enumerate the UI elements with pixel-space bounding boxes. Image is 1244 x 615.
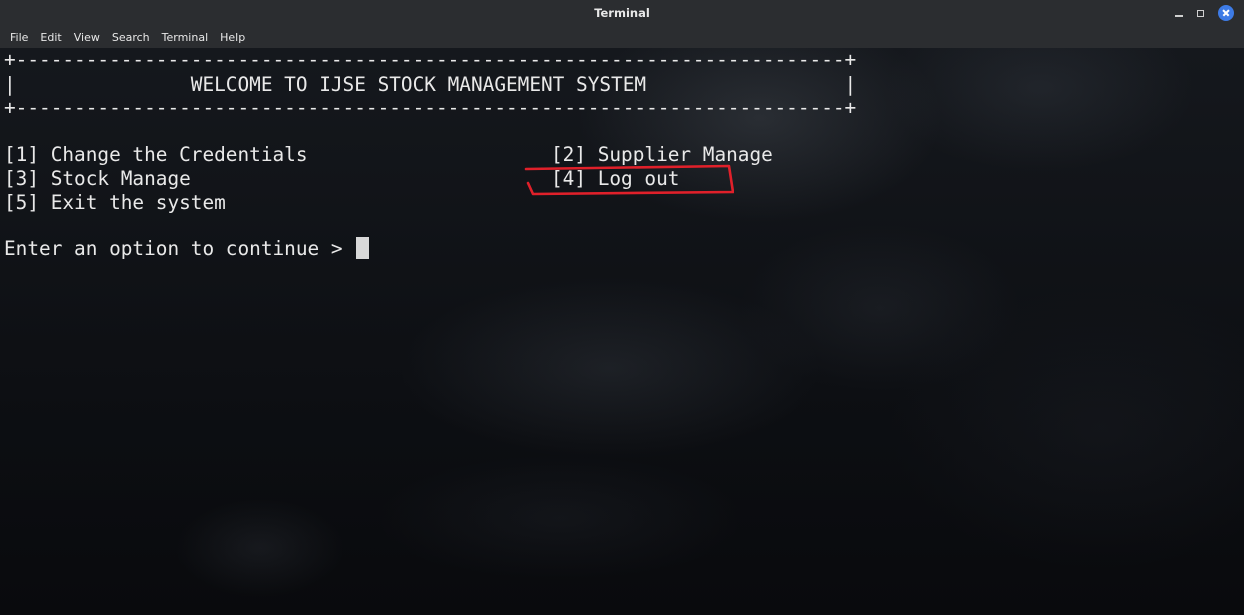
terminal-window: Terminal File Edit View Search Terminal … [0,0,1244,615]
window-controls [1175,4,1234,22]
option-stock-manage: [3] Stock Manage [4,167,191,190]
minimize-icon[interactable] [1175,15,1183,17]
option-exit-system: [5] Exit the system [4,191,226,214]
prompt-line[interactable]: Enter an option to continue > [4,237,370,260]
header-title: | WELCOME TO IJSE STOCK MANAGEMENT SYSTE… [4,73,857,96]
menu-bar: File Edit View Search Terminal Help [0,26,1244,48]
title-bar[interactable]: Terminal [0,0,1244,26]
red-annotation-box [524,164,734,196]
menu-edit[interactable]: Edit [34,31,67,44]
window-title: Terminal [594,6,650,20]
header-border-bottom: +---------------------------------------… [4,96,857,119]
option-supplier-manage: [2] Supplier Manage [551,143,773,166]
terminal-output[interactable]: +---------------------------------------… [0,48,1244,615]
menu-view[interactable]: View [68,31,106,44]
menu-search[interactable]: Search [106,31,156,44]
header-border-top: +---------------------------------------… [4,48,857,71]
menu-terminal[interactable]: Terminal [156,31,215,44]
menu-file[interactable]: File [4,31,34,44]
option-change-credentials: [1] Change the Credentials [4,143,308,166]
prompt-text: Enter an option to continue > [4,237,355,260]
menu-help[interactable]: Help [214,31,251,44]
maximize-icon[interactable] [1197,9,1204,17]
text-cursor [356,237,370,259]
close-icon[interactable] [1218,5,1234,21]
